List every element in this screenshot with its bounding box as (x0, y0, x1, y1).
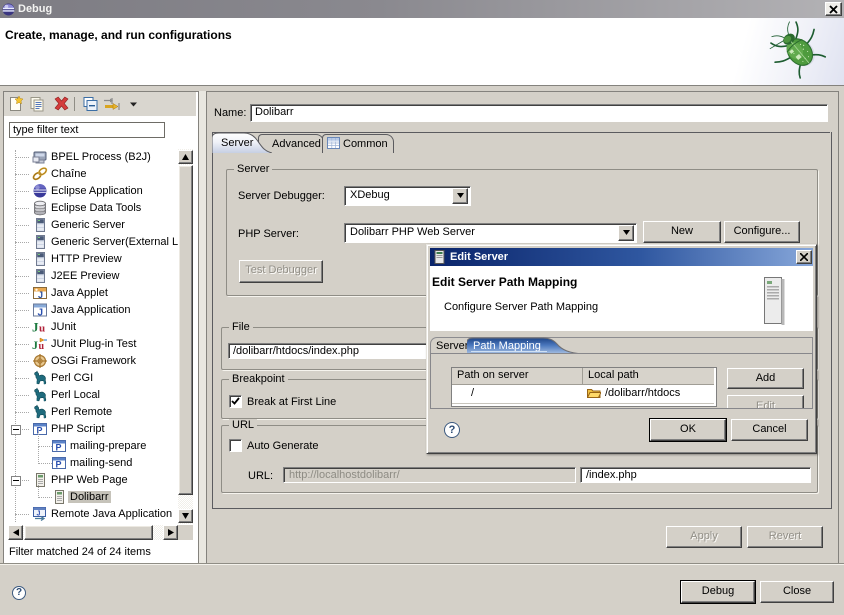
svg-text:J: J (32, 338, 38, 352)
svg-text:J: J (37, 511, 41, 518)
svg-text:P: P (56, 460, 62, 470)
svg-text:P: P (56, 443, 62, 453)
svg-text:u: u (39, 323, 45, 335)
svg-text:u: u (39, 341, 45, 352)
svg-text:J: J (32, 320, 39, 335)
svg-text:J: J (38, 290, 43, 300)
svg-text:J: J (38, 308, 44, 319)
